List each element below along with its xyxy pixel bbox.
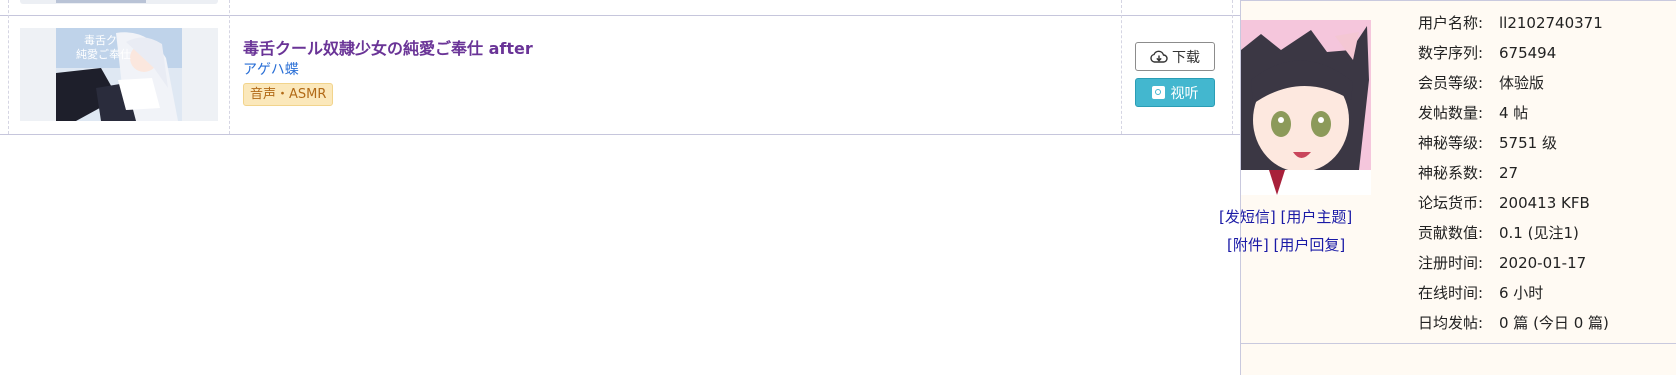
info-user-id: 数字序列: 675494 <box>1418 44 1557 62</box>
info-post-count: 发帖数量: 4 帖 <box>1418 104 1529 122</box>
info-username: 用户名称: ll2102740371 <box>1418 14 1603 32</box>
info-contribution: 贡献数值: 0.1 (见注1) <box>1418 224 1579 242</box>
popup-top-border <box>1241 0 1676 1</box>
previous-row <box>0 0 1240 16</box>
info-register-date: 注册时间: 2020-01-17 <box>1418 254 1587 272</box>
user-topics-link[interactable]: [用户主题] <box>1281 208 1353 226</box>
listen-button[interactable]: 视听 <box>1135 78 1215 107</box>
svg-text:毒舌ク: 毒舌ク <box>84 34 117 47</box>
previous-cover-thumbnail <box>20 0 218 4</box>
user-links-row-2: [附件] [用户回复] <box>1227 234 1346 255</box>
info-mystery-coefficient: 神秘系数: 27 <box>1418 164 1519 182</box>
resource-table: 毒舌ク 純愛ご奉仕 毒舌クール奴隷少女の純愛ご奉仕 after アゲハ蝶 音声・… <box>0 0 1240 375</box>
info-member-level: 会员等级: 体验版 <box>1418 74 1545 92</box>
send-pm-link[interactable]: [发短信] <box>1219 208 1276 226</box>
user-info-popup: [发短信] [用户主题] [附件] [用户回复] 用户名称: ll21027403… <box>1219 0 1676 375</box>
info-online-time: 在线时间: 6 小时 <box>1418 284 1544 302</box>
avatar-image <box>1241 20 1371 195</box>
user-info-list: 用户名称: ll2102740371 数字序列: 675494 会员等级: 体验版 发… <box>1418 12 1609 342</box>
svg-text:純愛ご奉仕: 純愛ご奉仕 <box>76 47 131 61</box>
category-tag[interactable]: 音声・ASMR <box>243 83 334 106</box>
user-links-row-1: [发短信] [用户主题] <box>1219 206 1353 227</box>
resource-title[interactable]: 毒舌クール奴隷少女の純愛ご奉仕 after <box>243 35 533 59</box>
download-button[interactable]: 下载 <box>1135 42 1215 71</box>
info-mystery-level: 神秘等级: 5751 级 <box>1418 134 1557 152</box>
cover-image[interactable]: 毒舌ク 純愛ご奉仕 <box>20 28 218 121</box>
resource-author[interactable]: アゲハ蝶 <box>243 59 299 79</box>
cloud-download-icon <box>1150 50 1168 63</box>
popup-bottom-border <box>1241 343 1676 344</box>
listen-label: 视听 <box>1170 85 1199 102</box>
user-replies-link[interactable]: [用户回复] <box>1274 236 1346 254</box>
user-attachments-link[interactable]: [附件] <box>1227 236 1269 254</box>
listen-icon <box>1151 86 1165 99</box>
info-forum-currency: 论坛货币: 200413 KFB <box>1418 194 1590 212</box>
cover-art: 毒舌ク 純愛ご奉仕 <box>56 28 182 121</box>
download-label: 下载 <box>1172 49 1200 66</box>
info-daily-posts: 日均发帖: 0 篇 (今日 0 篇) <box>1418 314 1609 332</box>
avatar[interactable] <box>1241 20 1371 195</box>
table-row: 毒舌ク 純愛ご奉仕 毒舌クール奴隷少女の純愛ご奉仕 after アゲハ蝶 音声・… <box>0 15 1240 135</box>
